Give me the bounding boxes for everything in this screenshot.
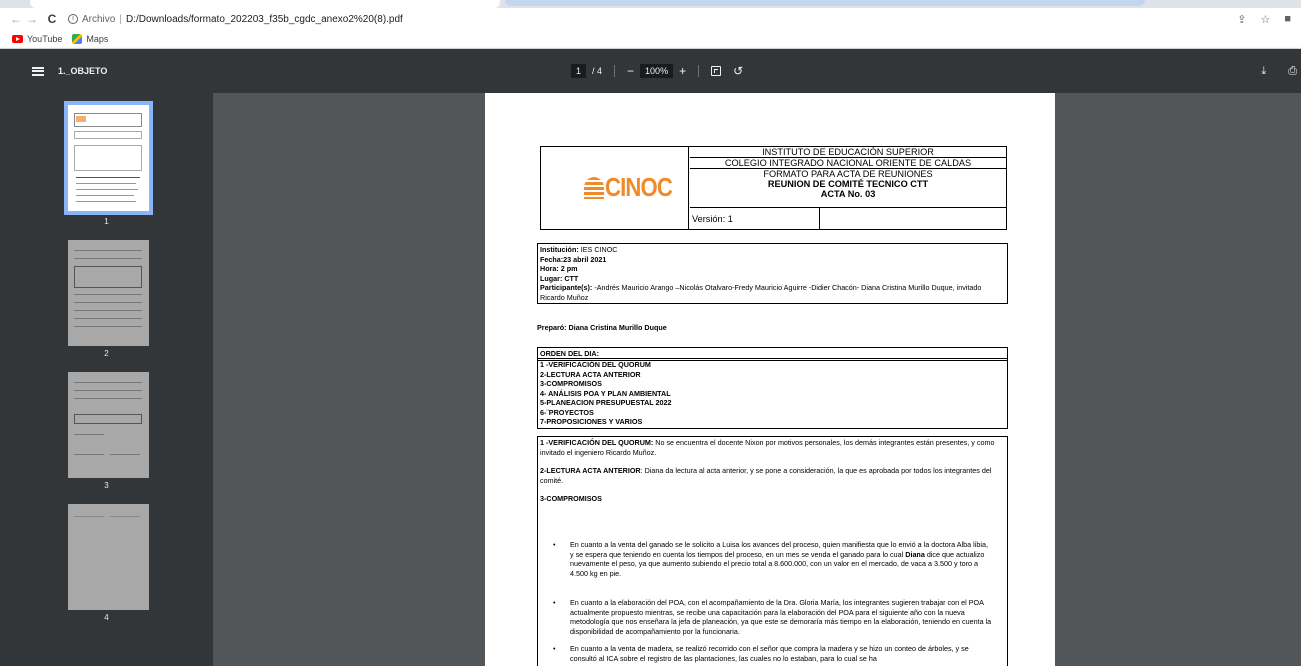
header-line: ACTA No. 03 <box>820 189 876 199</box>
youtube-icon <box>12 35 23 43</box>
section-1: 1 -VERIFICACIÓN DEL QUORUM: No se encuen… <box>540 438 1005 457</box>
share-icon[interactable]: ⇪ <box>1237 13 1246 26</box>
rotate-icon[interactable]: ↺ <box>733 64 743 78</box>
reload-icon[interactable]: C <box>44 12 60 26</box>
orden-item: 6-¨PROYECTOS <box>540 407 594 417</box>
bookmarks-bar: YouTube Maps <box>0 30 1301 49</box>
header-line: REUNION DE COMITÉ TECNICO CTT <box>767 179 929 189</box>
bookmark-star-icon[interactable]: ☆ <box>1260 13 1270 26</box>
header-line: COLEGIO INTEGRADO NACIONAL ORIENTE DE CA… <box>690 158 1006 169</box>
orden-item: 2-LECTURA ACTA ANTERIOR <box>540 369 641 379</box>
url-input[interactable]: D:/Downloads/formato_202203_f35b_cgdc_an… <box>126 14 403 25</box>
info-icon[interactable]: i <box>68 14 78 24</box>
bullet-bold: Diana <box>905 549 925 559</box>
zoom-in-icon[interactable]: + <box>679 64 686 78</box>
total-pages: / 4 <box>592 66 603 76</box>
orden-items-box: 1 -VERIFICACIÓN DEL QUORUM 2-LECTURA ACT… <box>537 358 1008 429</box>
empty-cell <box>820 207 1006 229</box>
s2-label: 2-LECTURA ACTA ANTERIOR <box>540 466 641 475</box>
active-tab[interactable] <box>30 0 500 8</box>
thumbnail-page-3[interactable] <box>68 372 149 478</box>
logo-cell: CINOC <box>541 147 689 229</box>
thumbnail-page-1[interactable] <box>64 101 153 215</box>
menu-icon[interactable] <box>32 66 44 76</box>
maps-icon <box>72 34 83 44</box>
thumbnail-page-2[interactable] <box>68 240 149 346</box>
participantes-value: -Andrés Mauricio Arango –Nicolás Otalvar… <box>540 283 982 302</box>
header-line: INSTITUTO DE EDUCACIÓN SUPERIOR <box>690 147 1006 158</box>
page-number-input[interactable]: 1 <box>571 64 587 78</box>
hora: Hora: 2 pm <box>540 264 578 273</box>
bookmark-label: YouTube <box>27 34 63 44</box>
download-icon[interactable]: ⤓ <box>1261 65 1266 78</box>
lugar: Lugar: CTT <box>540 273 579 283</box>
orden-item: 3-COMPROMISOS <box>540 379 602 388</box>
tab-strip <box>0 0 1301 8</box>
section-3: 3-COMPROMISOS <box>540 494 1005 504</box>
pdf-toolbar: 1._OBJETO 1 / 4 − 100% + ↺ ⤓ ⎙ <box>0 49 1301 93</box>
print-icon[interactable]: ⎙ <box>1288 65 1297 78</box>
header-line: FORMATO PARA ACTA DE REUNIONES <box>763 169 933 179</box>
institucion-value: IES CINOC <box>580 245 618 254</box>
bookmark-label: Maps <box>86 34 109 44</box>
header-info: INSTITUTO DE EDUCACIÓN SUPERIOR COLEGIO … <box>690 147 1006 199</box>
version-cell: Versión: 1 <box>690 207 820 229</box>
preparo: Preparó: Diana Cristina Murillo Duque <box>537 323 667 332</box>
logo-mark-icon <box>584 176 604 199</box>
pdf-page: CINOC INSTITUTO DE EDUCACIÓN SUPERIOR CO… <box>485 93 1055 666</box>
orden-item: 1 -VERIFICACIÓN DEL QUORUM <box>540 360 651 369</box>
toolbar-divider <box>614 65 616 77</box>
bullet-text: En cuanto a la elaboración del POA, con … <box>570 598 992 636</box>
thumbnail-label: 2 <box>104 349 109 358</box>
url-scheme: Archivo <box>82 13 116 25</box>
thumbnail-page-4[interactable] <box>68 504 149 610</box>
toolbar-divider <box>698 65 700 77</box>
zoom-input[interactable]: 100% <box>640 64 674 78</box>
address-bar: ← → C i Archivo | D:/Downloads/formato_2… <box>0 8 1301 30</box>
pdf-viewer: 1 2 3 4 CINOC INSTITUTO DE EDUCACIÓN SUP… <box>0 93 1301 666</box>
s1-label: 1 -VERIFICACIÓN DEL QUORUM: <box>540 438 654 447</box>
bullet-item: En cuanto a la venta del ganado se le so… <box>553 540 993 578</box>
zoom-out-icon[interactable]: − <box>627 64 634 78</box>
orden-item: 5-PLANEACION PRESUPUESTAL 2022 <box>540 398 672 407</box>
inactive-tab[interactable] <box>505 0 1145 6</box>
participantes-label: Participante(s): <box>540 283 593 292</box>
cinoc-logo: CINOC <box>584 172 684 203</box>
bookmark-maps[interactable]: Maps <box>72 34 108 44</box>
fecha: Fecha:23 abril 2021 <box>540 254 607 264</box>
thumbnail-sidebar[interactable]: 1 2 3 4 <box>0 93 213 666</box>
s3-label: 3-COMPROMISOS <box>540 494 602 503</box>
fit-page-icon[interactable] <box>711 66 722 76</box>
bookmark-youtube[interactable]: YouTube <box>12 34 62 44</box>
logo-text: CINOC <box>605 172 673 202</box>
document-area[interactable]: CINOC INSTITUTO DE EDUCACIÓN SUPERIOR CO… <box>213 93 1301 666</box>
header-table: CINOC INSTITUTO DE EDUCACIÓN SUPERIOR CO… <box>540 146 1007 230</box>
bullet-text: En cuanto a la venta de madera, se reali… <box>570 644 969 663</box>
bullet-item: En cuanto a la elaboración del POA, con … <box>553 598 993 636</box>
thumbnail-label: 4 <box>104 613 109 622</box>
forward-arrow-icon[interactable]: → <box>24 12 40 26</box>
orden-item: 4- ANÁLISIS POA Y PLAN AMBIENTAL <box>540 388 671 398</box>
thumbnail-label: 1 <box>104 217 109 226</box>
orden-item: 7-PROPOSICIONES Y VARIOS <box>540 417 643 426</box>
side-panel-icon[interactable]: ■ <box>1284 13 1291 26</box>
thumbnail-label: 3 <box>104 481 109 490</box>
meta-box: Institución: IES CINOC Fecha:23 abril 20… <box>537 243 1008 304</box>
document-title: 1._OBJETO <box>58 66 108 76</box>
url-separator: | <box>119 13 122 25</box>
section-2: 2-LECTURA ACTA ANTERIOR: Diana da lectur… <box>540 466 1005 485</box>
institucion-label: Institución: <box>540 245 579 254</box>
bullet-item: En cuanto a la venta de madera, se reali… <box>553 644 993 663</box>
back-arrow-icon[interactable]: ← <box>8 12 24 26</box>
